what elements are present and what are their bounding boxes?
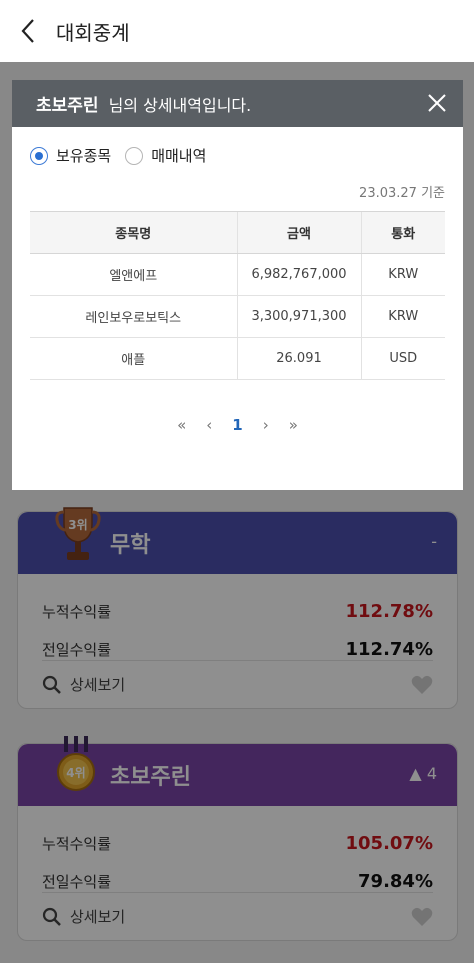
stock-name-cell: 애플	[30, 337, 237, 380]
table-row: 엘앤에프 6,982,767,000 KRW	[30, 253, 445, 296]
radio-unselected-icon	[125, 146, 144, 165]
column-header-currency: 통화	[360, 211, 445, 254]
table-row: 레인보우로보틱스 3,300,971,300 KRW	[30, 295, 445, 338]
radio-trades[interactable]: 매매내역	[125, 145, 206, 166]
prev-page-button[interactable]: ‹	[206, 416, 212, 434]
radio-holdings-label: 보유종목	[56, 147, 112, 165]
back-button[interactable]	[0, 0, 56, 62]
table-row: 애플 26.091 USD	[30, 337, 445, 380]
column-header-amount: 금액	[236, 211, 361, 254]
currency-cell: KRW	[360, 253, 445, 296]
currency-cell: KRW	[360, 295, 445, 338]
as-of-date: 23.03.27 기준	[359, 186, 445, 201]
currency-cell: USD	[360, 337, 445, 380]
modal-title-suffix: 님의 상세내역입니다.	[108, 95, 252, 115]
first-page-button[interactable]: «	[177, 416, 186, 434]
radio-holdings[interactable]: 보유종목	[30, 145, 111, 166]
stock-name-cell: 엘앤에프	[30, 253, 237, 296]
radio-selected-icon	[30, 146, 48, 165]
modal-header: 초보주린 님의 상세내역입니다.	[12, 80, 463, 127]
pagination: « ‹ 1 › »	[12, 416, 463, 434]
stock-name-cell: 레인보우로보틱스	[30, 295, 237, 338]
page-title: 대회중계	[56, 20, 130, 45]
amount-cell: 3,300,971,300	[236, 295, 361, 338]
last-page-button[interactable]: »	[289, 416, 298, 434]
chevron-left-icon	[21, 19, 34, 43]
table-header-row: 종목명 금액 통화	[30, 211, 445, 254]
modal-user-name: 초보주린	[36, 96, 99, 116]
top-bar: 대회중계	[0, 0, 474, 62]
amount-cell: 26.091	[236, 337, 361, 380]
close-icon[interactable]	[425, 91, 449, 115]
view-toggle: 보유종목 매매내역	[12, 127, 463, 166]
radio-trades-label: 매매내역	[151, 147, 207, 165]
column-header-name: 종목명	[30, 211, 237, 254]
amount-cell: 6,982,767,000	[236, 253, 361, 296]
holdings-detail-modal: 초보주린 님의 상세내역입니다. 보유종목 매매내역 23.03.27 기준 종…	[12, 80, 463, 490]
holdings-table: 종목명 금액 통화 엘앤에프 6,982,767,000 KRW 레인보우로보틱…	[30, 211, 445, 380]
page-number-current[interactable]: 1	[232, 416, 242, 434]
next-page-button[interactable]: ›	[263, 416, 269, 434]
